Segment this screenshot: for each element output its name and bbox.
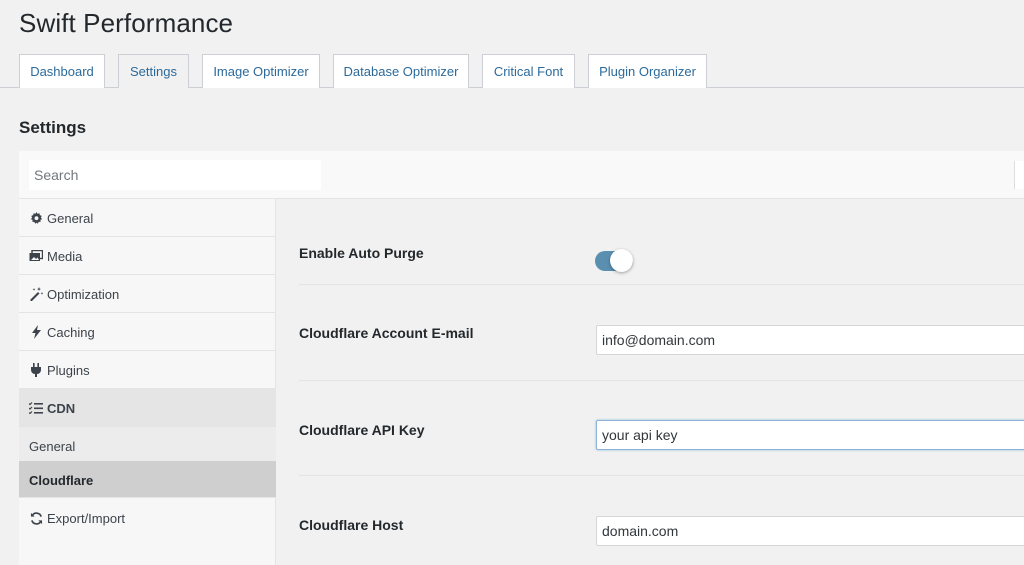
auto-purge-label: Enable Auto Purge [299, 245, 424, 261]
magic-wand-icon [29, 287, 43, 301]
settings-sidebar: General Media Optimization Caching Plugi… [19, 199, 276, 565]
host-field[interactable] [596, 516, 1024, 546]
toggle-knob [610, 249, 633, 272]
email-field[interactable] [596, 325, 1024, 355]
sidebar-item-plugins[interactable]: Plugins [19, 351, 276, 389]
sidebar-item-label: CDN [47, 401, 76, 416]
tab-image-optimizer[interactable]: Image Optimizer [202, 54, 320, 88]
sidebar-item-export-import[interactable]: Export/Import [19, 499, 276, 537]
sidebar-item-cdn[interactable]: CDN [19, 389, 276, 427]
sidebar-item-label: Media [47, 249, 83, 264]
sidebar-item-optimization[interactable]: Optimization [19, 275, 276, 313]
api-key-field[interactable] [596, 420, 1024, 450]
sidebar-item-caching[interactable]: Caching [19, 313, 276, 351]
cloudflare-settings-panel: Enable Auto Purge Cloudflare Account E-m… [276, 199, 1024, 565]
setting-row-api-key: Cloudflare API Key [299, 381, 1024, 476]
sidebar-item-label: Cloudflare [29, 473, 94, 488]
sidebar-item-media[interactable]: Media [19, 237, 276, 275]
lightning-icon [29, 325, 43, 339]
app-title: Swift Performance [19, 8, 234, 38]
refresh-icon [29, 511, 43, 525]
sidebar-item-general[interactable]: General [19, 199, 276, 237]
sidebar-item-label: Caching [47, 325, 95, 340]
tab-plugin-organizer[interactable]: Plugin Organizer [588, 54, 707, 88]
plug-icon [29, 363, 43, 377]
gear-icon [29, 211, 43, 225]
tab-bar: Dashboard Settings Image Optimizer Datab… [0, 54, 1024, 88]
sidebar-item-label: General [29, 439, 76, 454]
sidebar-subitem-cdn-general[interactable]: General [19, 427, 276, 465]
media-icon [29, 249, 43, 263]
section-title: Settings [19, 118, 87, 137]
api-key-label: Cloudflare API Key [299, 422, 425, 438]
setting-row-host: Cloudflare Host [299, 476, 1024, 565]
host-label: Cloudflare Host [299, 517, 404, 533]
search-bar [19, 151, 1024, 199]
sidebar-item-label: Optimization [47, 287, 120, 302]
sidebar-item-label: Export/Import [47, 511, 126, 526]
setting-row-email: Cloudflare Account E-mail [299, 285, 1024, 381]
auto-purge-toggle[interactable] [595, 249, 633, 273]
sidebar-item-label: Plugins [47, 363, 90, 378]
sidebar-subitem-cloudflare[interactable]: Cloudflare [19, 461, 276, 498]
search-side-control[interactable] [1014, 161, 1024, 189]
email-label: Cloudflare Account E-mail [299, 325, 474, 341]
setting-row-auto-purge: Enable Auto Purge [299, 199, 1024, 285]
sidebar-item-label: General [47, 211, 94, 226]
tab-critical-font[interactable]: Critical Font [482, 54, 575, 88]
swift-performance-page: Swift Performance Dashboard Settings Ima… [0, 0, 1024, 565]
search-input[interactable] [29, 160, 321, 190]
tab-settings[interactable]: Settings [118, 54, 189, 88]
tab-dashboard[interactable]: Dashboard [19, 54, 105, 88]
tab-database-optimizer[interactable]: Database Optimizer [333, 54, 469, 88]
list-icon [29, 401, 43, 415]
